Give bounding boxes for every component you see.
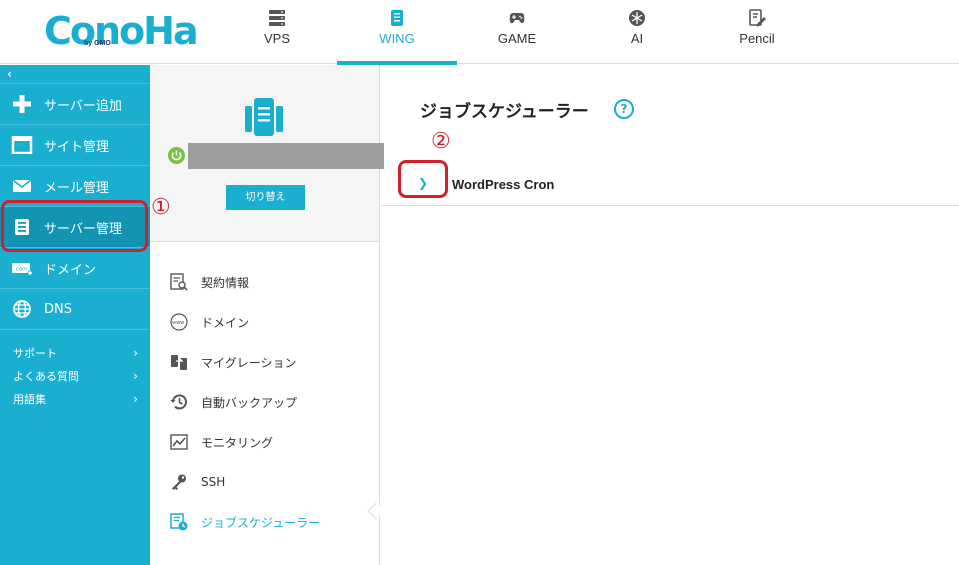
menu-item-domain[interactable]: www ドメイン: [150, 302, 379, 342]
svg-text:www: www: [172, 320, 184, 326]
globe-icon: [13, 300, 31, 318]
menu-item-label: ジョブスケジューラー: [201, 515, 321, 530]
menu-item-label: SSH: [201, 475, 226, 489]
switch-server-button[interactable]: 切り替え: [226, 185, 305, 210]
annotation-highlight-toggle: [398, 160, 448, 198]
scheduler-icon: [170, 513, 188, 531]
pencil-note-icon: [749, 9, 766, 27]
tab-pencil[interactable]: Pencil: [697, 0, 817, 64]
mobile-device-icon: [391, 10, 403, 26]
sidebar-item-dns[interactable]: DNS: [0, 289, 150, 330]
help-icon[interactable]: ?: [614, 99, 634, 119]
server-summary: 切り替え: [150, 65, 384, 242]
annotation-highlight-server: [1, 200, 148, 252]
menu-item-label: ドメイン: [201, 315, 250, 330]
link-label: よくある質問: [13, 370, 79, 383]
page-title: ジョブスケジューラー: [420, 102, 589, 122]
power-status-icon: [168, 147, 185, 164]
menu-item-ssh[interactable]: SSH: [150, 462, 379, 502]
menu-item-backup[interactable]: 自動バックアップ: [150, 382, 379, 422]
menu-item-job-scheduler[interactable]: ジョブスケジューラー: [150, 502, 379, 542]
plus-icon: [13, 95, 31, 113]
link-label: 用語集: [13, 393, 46, 406]
menu-item-label: マイグレーション: [201, 355, 297, 370]
menu-item-contract[interactable]: 契約情報: [150, 262, 379, 302]
tab-ai[interactable]: AI: [577, 0, 697, 64]
menu-item-monitoring[interactable]: モニタリング: [150, 422, 379, 462]
annotation-number-one: ①: [151, 195, 171, 220]
tab-label: WING: [379, 31, 415, 46]
gamepad-icon: [509, 13, 525, 24]
tab-label: AI: [630, 31, 644, 46]
chevron-right-icon: ›: [133, 369, 138, 383]
server-panel: 切り替え 契約情報 www ドメイン マイグレーション 自動バックアップ モニタ…: [150, 65, 385, 565]
sidebar-links: サポート › よくある質問 › 用語集 ›: [0, 330, 150, 411]
server-name-redacted: [188, 143, 384, 169]
migration-icon: [171, 355, 187, 370]
menu-item-label: 自動バックアップ: [201, 395, 298, 410]
svg-text:.com: .com: [14, 267, 28, 273]
tab-label: GAME: [497, 31, 537, 46]
link-label: サポート: [13, 347, 57, 360]
sidebar-item-site[interactable]: サイト管理: [0, 125, 150, 166]
menu-item-label: モニタリング: [201, 435, 274, 450]
monitoring-chart-icon: [170, 434, 188, 450]
sidebar-item-add-server[interactable]: サーバー追加: [0, 84, 150, 125]
tab-label: VPS: [263, 31, 290, 46]
backup-clock-icon: [170, 394, 187, 410]
server-menu: 契約情報 www ドメイン マイグレーション 自動バックアップ モニタリング S…: [150, 242, 379, 542]
ai-chip-icon: [629, 10, 645, 26]
server-stack-icon: [269, 10, 285, 26]
conoha-logo[interactable]: ConoHa: [44, 9, 199, 53]
domain-com-icon: .com: [12, 263, 33, 276]
server-large-icon: [245, 98, 283, 136]
sidebar-collapse-button[interactable]: ‹: [0, 65, 150, 84]
mail-icon: [12, 179, 32, 192]
menu-item-label: 契約情報: [201, 275, 250, 290]
chevron-right-icon: ›: [133, 346, 138, 360]
tab-vps[interactable]: VPS: [217, 0, 337, 64]
menu-item-migration[interactable]: マイグレーション: [150, 342, 379, 382]
sidebar-item-label: DNS: [44, 301, 72, 317]
logo-text: ConoHa: [44, 9, 199, 53]
sidebar-link-glossary[interactable]: 用語集 ›: [0, 388, 150, 411]
main-content: ジョブスケジューラー ? ❯ WordPress Cron: [381, 65, 959, 565]
sidebar: ‹ サーバー追加 サイト管理 メール管理 サーバー管理 .com ドメイン DN…: [0, 65, 150, 565]
tab-game[interactable]: GAME: [457, 0, 577, 64]
logo-subtext: by GMO: [84, 40, 111, 47]
sidebar-link-support[interactable]: サポート ›: [0, 342, 150, 365]
sidebar-item-domain[interactable]: .com ドメイン: [0, 248, 150, 289]
key-icon: [172, 474, 186, 490]
sidebar-item-label: サイト管理: [44, 139, 110, 155]
tab-label: Pencil: [739, 31, 775, 46]
www-globe-icon: www: [170, 313, 188, 331]
chevron-right-icon: ›: [133, 392, 138, 406]
sidebar-item-label: ドメイン: [44, 262, 97, 278]
list-item[interactable]: ❯ WordPress Cron: [381, 165, 959, 206]
contract-search-icon: [170, 273, 188, 291]
window-icon: [11, 136, 33, 154]
sidebar-item-label: メール管理: [44, 180, 110, 196]
top-header: ConoHa by GMO VPS WING GAME AI Pencil: [0, 0, 959, 65]
sidebar-link-faq[interactable]: よくある質問 ›: [0, 365, 150, 388]
sidebar-item-label: サーバー追加: [44, 98, 122, 114]
tab-wing[interactable]: WING: [337, 0, 457, 65]
annotation-number-two: ②: [431, 129, 451, 154]
job-name: WordPress Cron: [452, 177, 555, 192]
